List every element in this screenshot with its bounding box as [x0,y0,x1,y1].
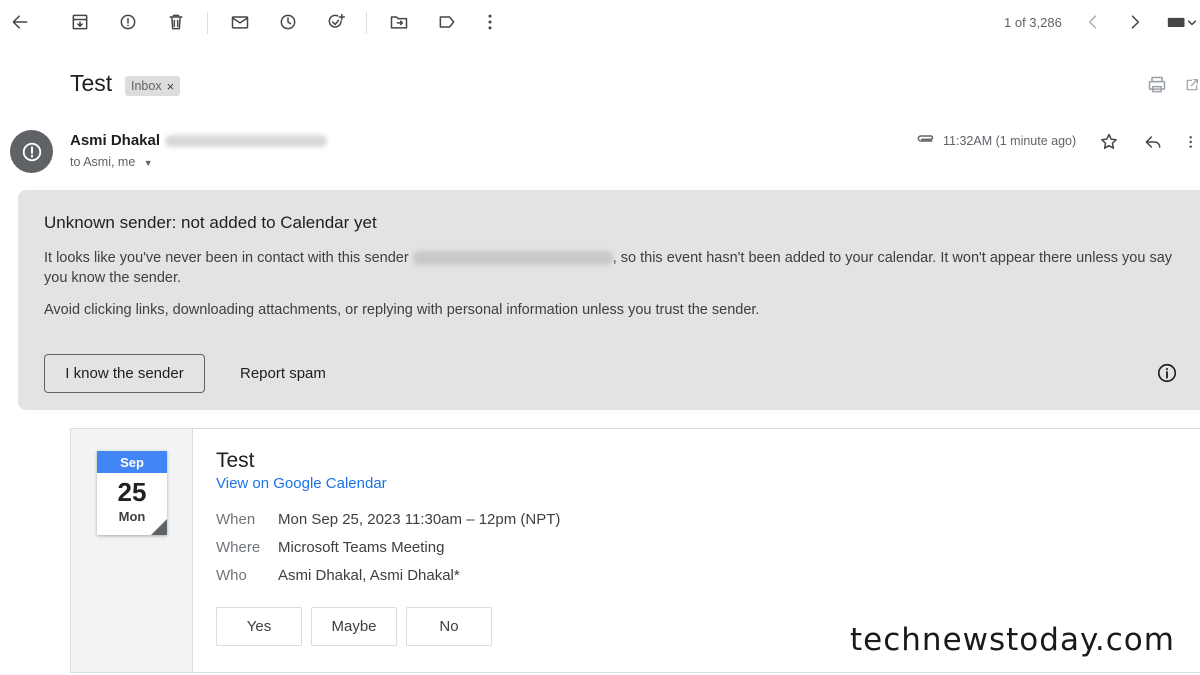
banner-body-start: It looks like you've never been in conta… [44,250,409,266]
pagination-count: 1 of 3,286 [1004,15,1062,30]
where-label: Where [216,539,261,556]
add-to-tasks-icon[interactable] [324,10,348,34]
older-chevron-icon[interactable] [1123,10,1147,34]
message-more-icon[interactable] [1184,130,1200,154]
toolbar-divider [207,12,208,34]
banner-body: It looks like you've never been in conta… [44,248,1184,288]
inbox-label-chip[interactable]: Inbox × [125,76,181,96]
redacted-sender-email-inline [412,251,613,266]
view-on-calendar-link[interactable]: View on Google Calendar [216,475,387,492]
attachment-icon [913,129,937,153]
reply-icon[interactable] [1141,130,1165,154]
event-where-row: Where Microsoft Teams Meeting [216,539,444,556]
show-details-dropdown-icon[interactable]: ▼ [144,158,153,168]
unknown-sender-banner: Unknown sender: not added to Calendar ye… [18,190,1200,410]
i-know-sender-button[interactable]: I know the sender [44,354,205,393]
keyboard-input-icon[interactable] [1163,10,1200,34]
rsvp-maybe-button[interactable]: Maybe [311,607,397,646]
label-text: Inbox [131,79,162,93]
site-watermark: technewstoday.com [850,622,1175,658]
info-icon[interactable] [1156,362,1178,384]
cal-month: Sep [97,451,167,473]
delete-icon[interactable] [164,10,188,34]
banner-safety-note: Avoid clicking links, downloading attach… [44,302,760,318]
when-label: When [216,511,256,528]
who-value: Asmi Dhakal, Asmi Dhakal* [278,567,460,584]
recipients-line[interactable]: to Asmi, me ▼ [70,155,153,169]
invite-date-panel: Sep 25 Mon [71,429,193,672]
rsvp-no-button[interactable]: No [406,607,492,646]
event-who-row: Who Asmi Dhakal, Asmi Dhakal* [216,567,460,584]
snooze-icon[interactable] [276,10,300,34]
sender-avatar [10,130,53,173]
where-value: Microsoft Teams Meeting [278,539,445,556]
report-spam-icon[interactable] [116,10,140,34]
cal-day: 25 [117,477,147,507]
remove-label-icon[interactable]: × [167,79,175,94]
back-arrow-icon[interactable] [8,10,32,34]
newer-chevron-icon[interactable] [1081,10,1105,34]
sender-name: Asmi Dhakal [70,132,161,149]
print-icon[interactable] [1145,73,1169,97]
archive-icon[interactable] [68,10,92,34]
rsvp-yes-button[interactable]: Yes [216,607,302,646]
alert-icon [22,142,41,161]
report-spam-button[interactable]: Report spam [228,354,338,393]
star-icon[interactable] [1097,130,1121,154]
banner-title: Unknown sender: not added to Calendar ye… [44,213,377,232]
open-new-window-icon[interactable] [1184,73,1200,97]
mark-unread-icon[interactable] [228,10,252,34]
page-fold-corner [151,519,167,535]
event-title: Test [216,449,255,472]
toolbar: 1 of 3,286 [0,0,1200,46]
redacted-sender-email [165,135,327,147]
more-vert-icon[interactable] [478,10,502,34]
move-to-icon[interactable] [387,10,411,34]
toolbar-divider [366,12,367,34]
label-icon[interactable] [435,10,459,34]
when-value: Mon Sep 25, 2023 11:30am – 12pm (NPT) [278,511,561,528]
event-when-row: When Mon Sep 25, 2023 11:30am – 12pm (NP… [216,511,560,528]
email-subject: Test [70,70,113,96]
received-time: 11:32AM (1 minute ago) [943,134,1077,148]
calendar-date-icon: Sep 25 Mon [97,451,167,535]
who-label: Who [216,567,247,584]
recipients-text: to Asmi, me [70,155,136,169]
